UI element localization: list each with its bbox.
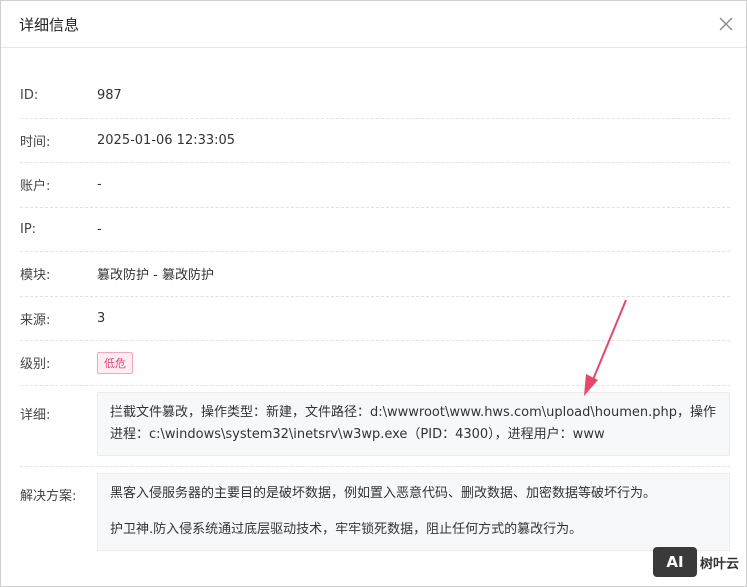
watermark-logo: AI (652, 547, 697, 577)
dialog-header: 详细信息 (1, 1, 746, 48)
field-value: - (97, 221, 102, 237)
detail-text: 拦截文件篡改，操作类型：新建，文件路径：d:\wwwroot\www.hws.c… (110, 404, 716, 442)
field-solution: 解决方案: 黑客入侵服务器的主要目的是破坏数据，例如置入恶意代码、删改数据、加密… (20, 467, 730, 561)
field-label: 账户: (20, 179, 51, 195)
watermark: AI 树叶云 (652, 547, 739, 577)
dialog-title: 详细信息 (19, 15, 80, 34)
field-account: 账户: - (20, 163, 730, 208)
field-value: 987 (97, 88, 122, 104)
field-label: 级别: (20, 357, 51, 373)
detail-box: 拦截文件篡改，操作类型：新建，文件路径：d:\wwwroot\www.hws.c… (97, 391, 730, 456)
field-label: 详细: (20, 407, 51, 423)
watermark-text: 树叶云 (699, 556, 739, 572)
field-module: 模块: 篡改防护 - 篡改防护 (20, 252, 730, 297)
field-source: 来源: 3 (20, 297, 730, 341)
field-time: 时间: 2025-01-06 12:33:05 (20, 119, 730, 163)
field-value: - (97, 177, 102, 193)
solution-box: 黑客入侵服务器的主要目的是破坏数据，例如置入恶意代码、删改数据、加密数据等破坏行… (97, 472, 730, 551)
field-label: 时间: (20, 134, 51, 150)
level-badge: 低危 (97, 351, 133, 374)
field-label: 解决方案: (20, 488, 77, 504)
field-label: 来源: (20, 312, 51, 328)
watermark-logo-text: AI (666, 553, 684, 571)
field-value: 2025-01-06 12:33:05 (97, 132, 236, 148)
field-value: 篡改防护 - 篡改防护 (97, 268, 214, 284)
field-ip: IP: - (20, 208, 730, 252)
detail-dialog: 详细信息 ID: 987 时间: 2025-01-06 12:33:05 账户:… (0, 0, 747, 587)
close-button[interactable] (706, 1, 746, 47)
solution-line-2: 护卫神.防入侵系统通过底层驱动技术，牢牢锁死数据，阻止任何方式的篡改行为。 (110, 521, 583, 537)
field-label: 模块: (20, 268, 51, 284)
field-id: ID: 987 (20, 74, 730, 119)
field-detail: 详细: 拦截文件篡改，操作类型：新建，文件路径：d:\wwwroot\www.h… (20, 386, 730, 467)
field-level: 级别: 低危 (20, 341, 730, 386)
field-value: 3 (97, 310, 106, 326)
dialog-body: ID: 987 时间: 2025-01-06 12:33:05 账户: - IP… (1, 48, 746, 561)
close-icon (719, 17, 733, 31)
field-label: IP: (20, 221, 37, 237)
solution-line-1: 黑客入侵服务器的主要目的是破坏数据，例如置入恶意代码、删改数据、加密数据等破坏行… (110, 485, 657, 501)
field-label: ID: (20, 88, 39, 104)
